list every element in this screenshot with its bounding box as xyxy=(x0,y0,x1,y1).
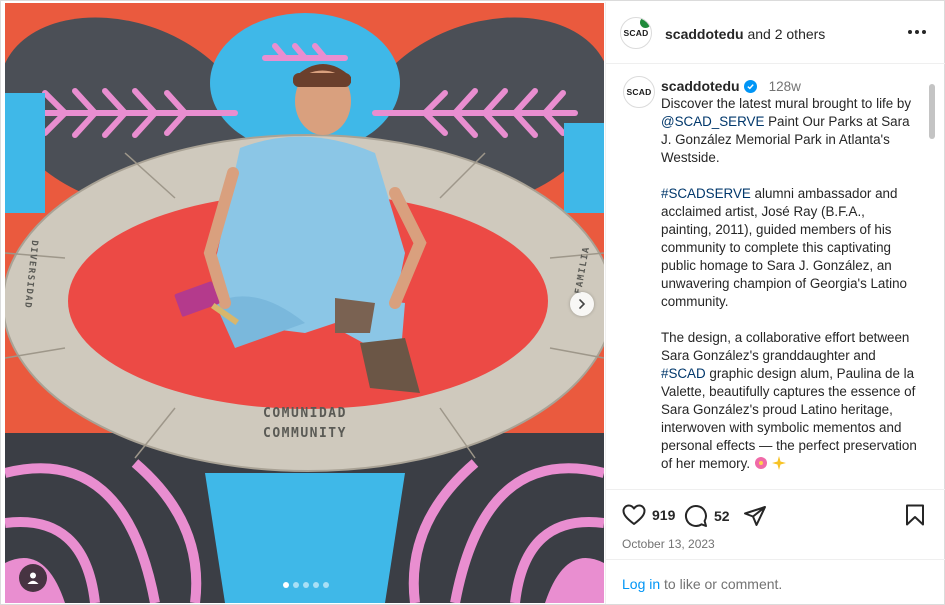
scrollbar-thumb[interactable] xyxy=(929,84,935,139)
post-actions: 919 52 October 13, 2023 xyxy=(606,489,945,559)
paper-plane-icon[interactable] xyxy=(743,504,767,528)
comment-count[interactable]: 52 xyxy=(714,508,730,524)
post-modal: DIVERSIDAD FAMILIA COMUNIDAD COMMUNITY S… xyxy=(0,0,945,605)
next-slide-button[interactable] xyxy=(570,292,594,316)
more-options-button[interactable] xyxy=(905,22,929,42)
more-dots-icon xyxy=(922,30,926,34)
tagged-users-button[interactable] xyxy=(19,564,47,592)
mention-link[interactable]: @SCAD_SERVE xyxy=(661,114,764,129)
post-owner: scaddotedu and 2 others xyxy=(665,26,825,42)
collab-badge xyxy=(639,18,651,29)
carousel-dot xyxy=(313,582,319,588)
sparkles-emoji-icon xyxy=(771,456,786,470)
avatar-text: SCAD xyxy=(626,87,652,97)
carousel-indicator xyxy=(283,582,329,588)
caption-paragraph: The design, a collaborative effort betwe… xyxy=(661,330,917,471)
caption-avatar[interactable]: SCAD xyxy=(623,76,655,108)
post-side-panel: SCAD scaddotedu and 2 others SCAD scaddo… xyxy=(605,2,945,604)
more-dots-icon xyxy=(915,30,919,34)
owner-avatar[interactable]: SCAD xyxy=(620,17,652,49)
chevron-right-icon xyxy=(579,299,586,309)
owner-username[interactable]: scaddotedu xyxy=(665,26,744,42)
carousel-dot-active xyxy=(283,582,289,588)
heart-icon[interactable] xyxy=(622,504,646,526)
caption-text: Discover the latest mural brought to lif… xyxy=(661,95,919,489)
comment-bubble-icon[interactable] xyxy=(684,504,708,528)
login-link[interactable]: Log in xyxy=(622,576,660,592)
post-date[interactable]: October 13, 2023 xyxy=(622,537,715,551)
caption-scrollbar[interactable] xyxy=(929,84,935,489)
caption-paragraph: #SCADSERVE alumni ambassador and acclaim… xyxy=(661,186,907,309)
carousel-dot xyxy=(303,582,309,588)
carousel-dot xyxy=(323,582,329,588)
user-tag-icon xyxy=(27,572,39,584)
hibiscus-emoji-icon xyxy=(754,457,767,469)
post-media[interactable]: DIVERSIDAD FAMILIA COMUNIDAD COMMUNITY xyxy=(5,3,604,603)
comment-action: 52 xyxy=(684,504,730,528)
avatar-text: SCAD xyxy=(623,28,649,38)
mural-text-comunidad: COMUNIDAD xyxy=(263,406,347,421)
share-action xyxy=(743,504,767,528)
login-prompt-text: to like or comment. xyxy=(660,576,783,592)
caption-paragraph: Discover the latest mural brought to lif… xyxy=(661,96,912,165)
hashtag-link[interactable]: #SCAD xyxy=(661,366,706,381)
verified-badge-icon xyxy=(743,79,757,93)
like-action: 919 xyxy=(622,504,675,526)
post-age[interactable]: 128w xyxy=(769,79,801,94)
post-header: SCAD scaddotedu and 2 others xyxy=(606,2,945,64)
more-dots-icon xyxy=(908,30,912,34)
mural-text-community: COMMUNITY xyxy=(263,426,347,441)
like-count[interactable]: 919 xyxy=(652,507,675,523)
bookmark-icon xyxy=(906,504,924,526)
carousel-dot xyxy=(293,582,299,588)
caption-header: scaddotedu 128w xyxy=(661,78,801,94)
collab-text[interactable]: and 2 others xyxy=(747,26,825,42)
caption-username[interactable]: scaddotedu xyxy=(661,78,740,94)
save-button[interactable] xyxy=(905,504,925,531)
hashtag-link[interactable]: #SCADSERVE xyxy=(661,186,751,201)
login-prompt: Log in to like or comment. xyxy=(606,559,945,604)
mural-photo xyxy=(5,3,604,603)
caption-scroll-area[interactable]: SCAD scaddotedu 128w Discover the latest… xyxy=(606,64,945,489)
